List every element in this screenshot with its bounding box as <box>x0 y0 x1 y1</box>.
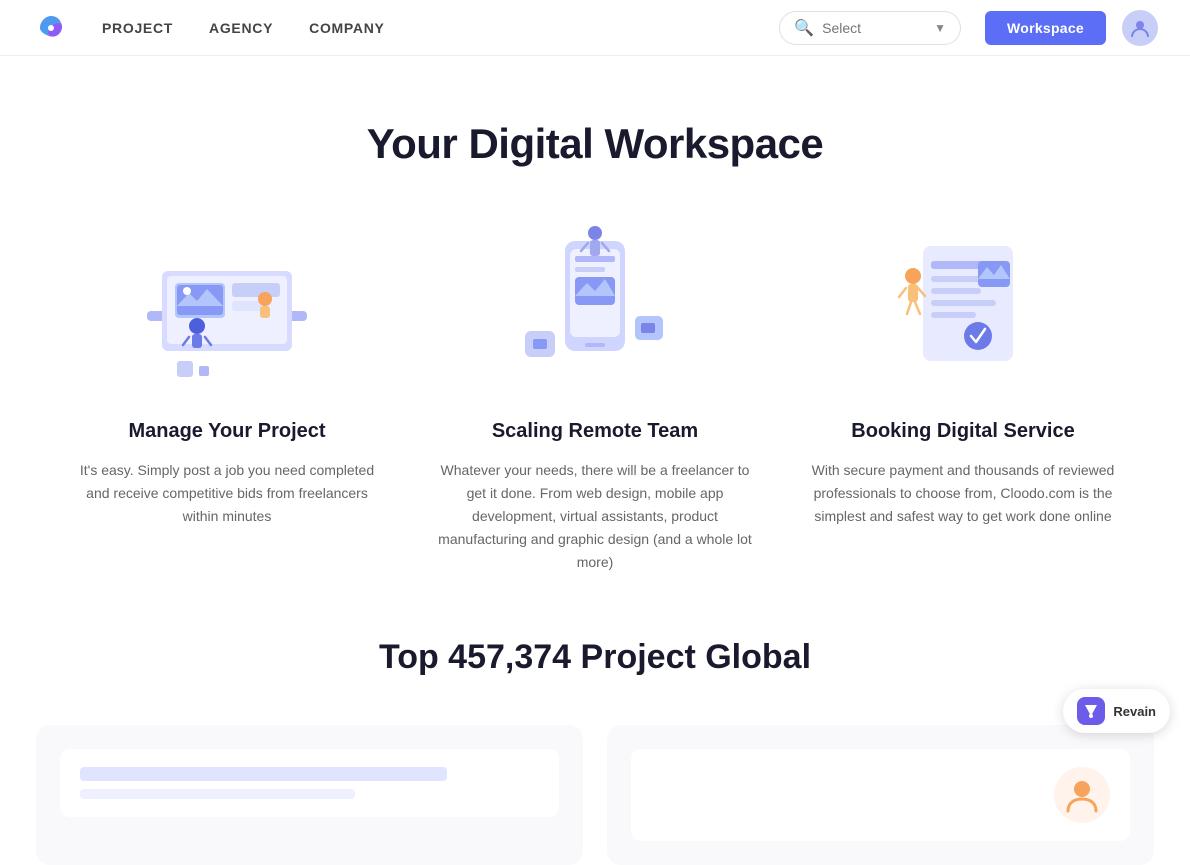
feature-booking-desc: With secure payment and thousands of rev… <box>803 459 1123 528</box>
feature-manage: Manage Your Project It's easy. Simply po… <box>67 216 387 574</box>
workspace-button[interactable]: Workspace <box>985 11 1106 45</box>
bottom-cards-row <box>0 709 1190 865</box>
bottom-card-left-inner <box>60 749 559 817</box>
feature-booking-title: Booking Digital Service <box>851 420 1074 443</box>
feature-manage-desc: It's easy. Simply post a job you need co… <box>67 459 387 528</box>
search-select[interactable]: 🔍 ▼ <box>779 11 961 45</box>
nav-links: PROJECT AGENCY COMPANY <box>102 20 779 36</box>
feature-scaling-title: Scaling Remote Team <box>492 420 698 443</box>
bottom-card-right-inner <box>631 749 1130 841</box>
bottom-card-right <box>607 725 1154 865</box>
search-input[interactable] <box>822 20 922 36</box>
revain-icon <box>1077 697 1105 725</box>
chevron-down-icon: ▼ <box>934 21 946 35</box>
bottom-card-left <box>36 725 583 865</box>
nav-right: Workspace <box>985 10 1158 46</box>
nav-company[interactable]: COMPANY <box>309 20 384 36</box>
navbar: PROJECT AGENCY COMPANY 🔍 ▼ Workspace <box>0 0 1190 56</box>
revain-label: Revain <box>1113 704 1156 719</box>
logo[interactable] <box>32 9 70 47</box>
search-icon: 🔍 <box>794 18 814 38</box>
revain-badge[interactable]: Revain <box>1063 689 1170 733</box>
hero-section: Your Digital Workspace <box>0 56 1190 216</box>
feature-booking: Booking Digital Service With secure paym… <box>803 216 1123 574</box>
scaling-illustration <box>485 216 705 396</box>
feature-scaling-desc: Whatever your needs, there will be a fre… <box>435 459 755 574</box>
avatar[interactable] <box>1122 10 1158 46</box>
stats-section: Top 457,374 Project Global <box>0 630 1190 709</box>
hero-title: Your Digital Workspace <box>40 120 1150 168</box>
manage-illustration <box>117 216 337 396</box>
stats-title: Top 457,374 Project Global <box>40 638 1150 677</box>
feature-manage-title: Manage Your Project <box>128 420 325 443</box>
nav-project[interactable]: PROJECT <box>102 20 173 36</box>
nav-agency[interactable]: AGENCY <box>209 20 273 36</box>
features-section: Manage Your Project It's easy. Simply po… <box>0 216 1190 630</box>
feature-scaling: Scaling Remote Team Whatever your needs,… <box>435 216 755 574</box>
booking-illustration <box>853 216 1073 396</box>
